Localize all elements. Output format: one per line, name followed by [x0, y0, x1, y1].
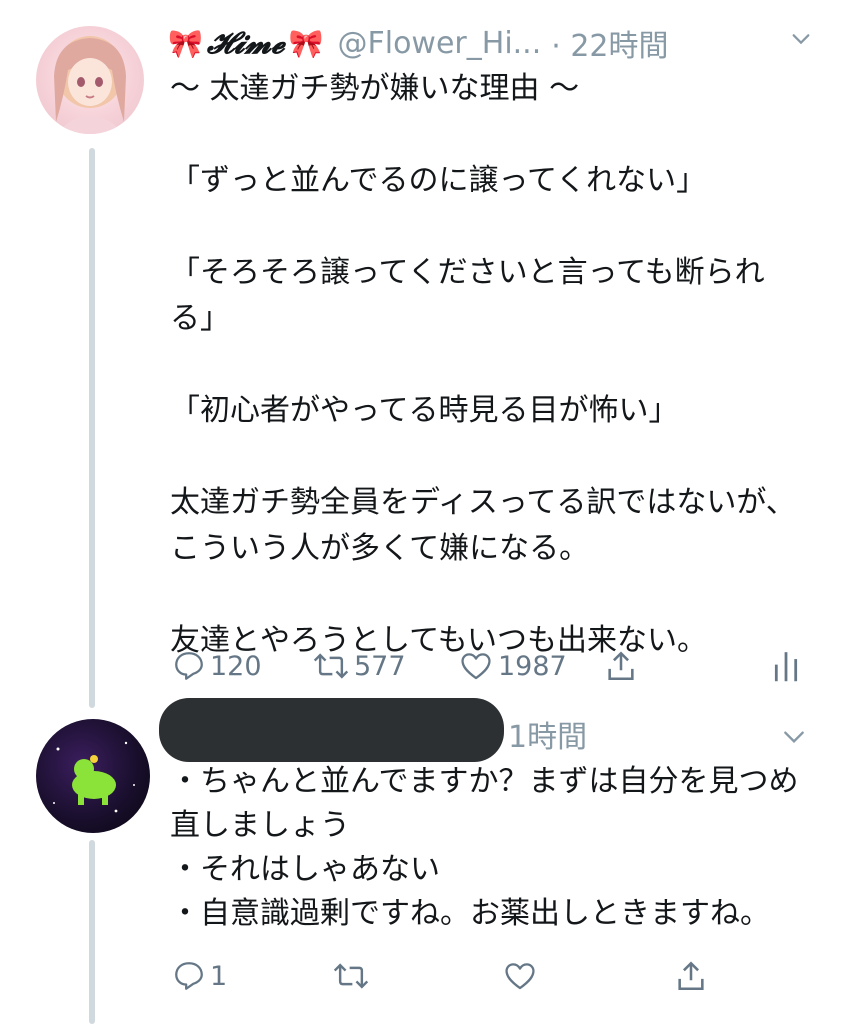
ribbon-icon: 🎀	[288, 26, 324, 60]
reply-button[interactable]: 120	[172, 644, 262, 688]
redacted-name	[159, 698, 504, 762]
like-button[interactable]: 1987	[458, 644, 567, 688]
reply-count: 120	[210, 650, 262, 682]
share-button[interactable]	[674, 954, 708, 998]
tweet-header: 🎀 𝓗𝓲𝓶𝓮 🎀 @Flower_Hi... · 22時間	[168, 20, 818, 66]
retweet-button[interactable]	[332, 954, 370, 998]
timestamp[interactable]: · 22時間	[551, 21, 668, 65]
display-name[interactable]: 𝓗𝓲𝓶𝓮	[207, 26, 285, 61]
retweet-icon	[313, 653, 349, 679]
reply-timestamp[interactable]: 1時間	[508, 712, 587, 756]
reply-text: ・ちゃんと並んでますか？まずは自分を見つめ直しましょう ・それはしゃあない ・自…	[170, 764, 799, 931]
avatar-illustration	[54, 36, 126, 134]
share-button[interactable]	[604, 644, 638, 688]
reply-count: 1	[210, 960, 228, 992]
analytics-button[interactable]	[772, 644, 800, 688]
retweet-icon	[333, 963, 369, 989]
avatar[interactable]	[36, 26, 144, 134]
heart-icon	[461, 653, 491, 680]
avatar-illustration	[53, 741, 135, 813]
chevron-down-icon[interactable]	[781, 724, 807, 750]
user-handle[interactable]: @Flower_Hi...	[337, 26, 541, 61]
avatar[interactable]	[36, 719, 150, 833]
heart-icon	[505, 963, 535, 990]
thread-line	[89, 148, 95, 708]
chevron-down-icon[interactable]	[790, 28, 812, 50]
like-button[interactable]	[502, 954, 538, 998]
like-count: 1987	[498, 650, 567, 682]
retweet-button[interactable]: 577	[312, 644, 406, 688]
share-icon	[608, 651, 634, 681]
reply-icon	[175, 962, 203, 990]
reply-icon	[175, 652, 203, 680]
retweet-count: 577	[354, 650, 406, 682]
reply-button[interactable]: 1	[172, 954, 227, 998]
tweet-text: 〜 太達ガチ勢が嫌いな理由 〜 「ずっと並んでるのに譲ってくれない」 「そろそろ…	[170, 71, 796, 658]
ribbon-icon: 🎀	[168, 26, 203, 60]
share-icon	[678, 961, 704, 991]
thread-line-lower	[89, 840, 95, 1024]
analytics-icon	[774, 652, 798, 682]
